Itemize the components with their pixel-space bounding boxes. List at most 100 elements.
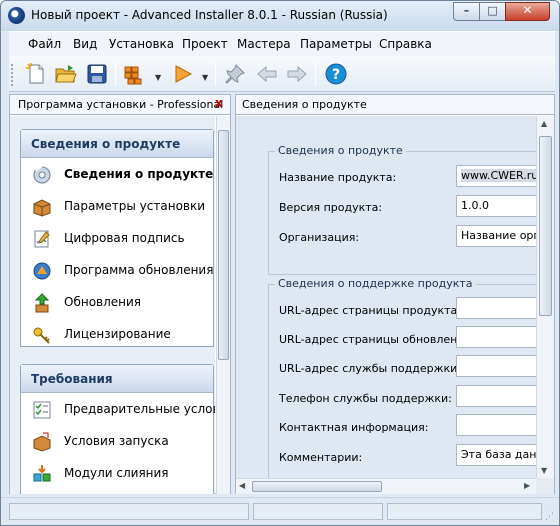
contact-info-field[interactable] bbox=[456, 414, 536, 436]
menu-wizards[interactable]: Мастера bbox=[237, 37, 291, 51]
nav-item-label: Цифровая подпись bbox=[64, 231, 185, 245]
status-cell bbox=[9, 503, 249, 520]
close-button[interactable]: ✕ bbox=[505, 2, 550, 21]
nav-item-label: Лицензирование bbox=[64, 327, 171, 341]
vertical-scrollbar-thumb[interactable] bbox=[539, 136, 552, 316]
nav-item-merge-modules[interactable]: Модули слияния bbox=[21, 457, 213, 489]
build-dropdown-icon[interactable]: ▼ bbox=[155, 73, 161, 82]
menu-settings[interactable]: Параметры bbox=[300, 37, 372, 51]
comments-label: Комментарии: bbox=[279, 451, 363, 464]
horizontal-scrollbar-thumb[interactable] bbox=[252, 481, 382, 492]
maximize-button[interactable]: □ bbox=[479, 2, 506, 21]
product-url-field[interactable] bbox=[456, 297, 536, 319]
left-scrollbar[interactable] bbox=[216, 116, 230, 494]
support-section-title: Сведения о поддержке продукта bbox=[275, 277, 476, 290]
organization-field[interactable]: Название орга bbox=[456, 225, 536, 247]
forward-arrow-icon[interactable] bbox=[285, 62, 309, 86]
nav-item-label: Обновления bbox=[64, 295, 142, 309]
toolbar-separator bbox=[315, 62, 316, 86]
checklist-icon bbox=[33, 401, 51, 419]
support-url-field[interactable] bbox=[456, 355, 536, 377]
horizontal-scrollbar[interactable]: ◀ ▶ bbox=[236, 478, 536, 494]
menu-project[interactable]: Проект bbox=[182, 37, 228, 51]
comments-field[interactable]: Эта база данн bbox=[456, 444, 536, 466]
nav-item-prerequisites[interactable]: Предварительные условия bbox=[21, 393, 215, 425]
group-header[interactable]: Сведения о продукте bbox=[21, 130, 213, 158]
toolbar-grip[interactable] bbox=[11, 64, 14, 86]
nav-item-label: Сведения о продукте bbox=[64, 167, 214, 181]
app-window: Новый проект - Advanced Installer 8.0.1 … bbox=[0, 0, 560, 526]
svg-text:?: ? bbox=[332, 67, 340, 83]
open-folder-icon[interactable] bbox=[54, 62, 78, 86]
details-content: Сведения о продукте Название продукта: w… bbox=[236, 116, 536, 478]
group-product-info: Сведения о продукте Сведения о продукте … bbox=[20, 129, 214, 347]
minimize-button[interactable]: – bbox=[453, 2, 480, 21]
close-icon: ✕ bbox=[522, 3, 533, 17]
right-panel-title: Сведения о продукте bbox=[242, 98, 367, 111]
left-panel-header: Программа установки - Professional x bbox=[10, 95, 230, 115]
status-cell bbox=[253, 503, 383, 520]
window-title: Новый проект - Advanced Installer 8.0.1 … bbox=[31, 8, 388, 22]
save-icon[interactable] bbox=[85, 62, 109, 86]
menu-install[interactable]: Установка bbox=[109, 37, 174, 51]
left-scrollbar-thumb[interactable] bbox=[218, 130, 229, 360]
menu-view[interactable]: Вид bbox=[73, 37, 97, 51]
group-requirements: Требования Предварительные условия Услов… bbox=[20, 364, 215, 494]
toolbar: ▼ ▼ ? bbox=[9, 56, 555, 92]
toolbar-separator bbox=[115, 62, 116, 86]
menu-file[interactable]: Файл bbox=[28, 37, 61, 51]
organization-label: Организация: bbox=[279, 231, 360, 244]
nav-item-launch-conditions[interactable]: Условия запуска bbox=[21, 425, 213, 457]
product-details-panel: Сведения о продукте Сведения о продукте … bbox=[235, 94, 555, 494]
scroll-right-icon[interactable]: ▶ bbox=[524, 481, 530, 490]
vertical-scrollbar[interactable]: ▲ ▼ bbox=[536, 116, 554, 478]
signature-icon bbox=[34, 230, 50, 248]
back-arrow-icon[interactable] bbox=[255, 62, 279, 86]
resize-grip-icon[interactable]: ⋰ bbox=[545, 512, 554, 522]
scroll-left-icon[interactable]: ◀ bbox=[239, 481, 245, 490]
build-icon[interactable] bbox=[122, 62, 146, 86]
nav-item-label: Модули слияния bbox=[64, 466, 169, 480]
left-panel-title: Программа установки - Professional bbox=[18, 98, 224, 111]
support-phone-field[interactable] bbox=[456, 385, 536, 407]
right-panel-header: Сведения о продукте bbox=[236, 95, 554, 115]
nav-item-install-params[interactable]: Параметры установки bbox=[21, 190, 213, 222]
nav-item-digital-signature[interactable]: Цифровая подпись bbox=[21, 222, 213, 254]
maximize-icon: □ bbox=[487, 4, 498, 17]
group-header[interactable]: Требования bbox=[21, 365, 213, 393]
scroll-down-icon[interactable]: ▼ bbox=[541, 466, 547, 475]
contact-info-label: Контактная информация: bbox=[279, 421, 429, 434]
updates-icon bbox=[34, 293, 50, 313]
merge-modules-icon bbox=[33, 465, 51, 482]
project-tree-panel: Программа установки - Professional x Све… bbox=[9, 94, 231, 494]
nav-item-product-info[interactable]: Сведения о продукте bbox=[21, 158, 213, 190]
nav-area: Сведения о продукте Сведения о продукте … bbox=[10, 116, 215, 494]
product-name-field[interactable]: www.CWER.ru bbox=[456, 165, 536, 187]
help-icon[interactable]: ? bbox=[324, 62, 348, 86]
support-phone-label: Телефон службы поддержки: bbox=[279, 392, 452, 405]
box-icon bbox=[33, 199, 51, 217]
support-info-fieldset: Сведения о поддержке продукта URL-адрес … bbox=[268, 277, 536, 478]
status-cell bbox=[387, 503, 542, 520]
scroll-up-icon[interactable]: ▲ bbox=[541, 119, 547, 128]
menu-help[interactable]: Справка bbox=[379, 37, 432, 51]
toolbar-separator bbox=[215, 62, 216, 86]
nav-item-updates[interactable]: Обновления bbox=[21, 286, 213, 318]
run-dropdown-icon[interactable]: ▼ bbox=[202, 73, 208, 82]
product-info-section-title: Сведения о продукте bbox=[275, 144, 406, 157]
product-version-field[interactable]: 1.0.0 bbox=[456, 195, 536, 217]
nav-item-updater[interactable]: Программа обновления bbox=[21, 254, 213, 286]
cd-icon bbox=[33, 166, 51, 184]
updates-url-label: URL-адрес страницы обновлений: bbox=[279, 333, 476, 346]
product-name-value: www.CWER.ru bbox=[461, 169, 536, 182]
key-icon bbox=[33, 327, 50, 344]
updates-url-field[interactable] bbox=[456, 326, 536, 348]
new-file-icon[interactable] bbox=[24, 62, 48, 86]
pin-icon[interactable] bbox=[223, 62, 247, 86]
nav-item-label: Параметры установки bbox=[64, 199, 206, 213]
nav-item-licensing[interactable]: Лицензирование bbox=[21, 318, 213, 350]
close-panel-icon[interactable]: x bbox=[215, 96, 223, 110]
product-info-fieldset: Сведения о продукте Название продукта: w… bbox=[268, 144, 536, 275]
run-icon[interactable] bbox=[171, 62, 195, 86]
title-bar[interactable]: Новый проект - Advanced Installer 8.0.1 … bbox=[1, 1, 559, 31]
